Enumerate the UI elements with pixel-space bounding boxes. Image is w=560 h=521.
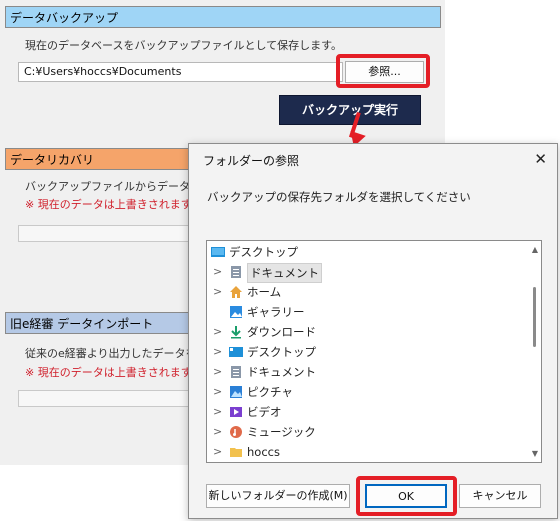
- import-path-field[interactable]: [18, 390, 203, 407]
- pictures-icon: [230, 386, 242, 398]
- scroll-thumb[interactable]: [533, 287, 536, 347]
- dialog-message: バックアップの保存先フォルダを選択してください: [207, 190, 471, 204]
- chevron-right-icon[interactable]: >: [213, 323, 223, 341]
- import-warning: ※ 現在のデータは上書きされます。: [25, 366, 202, 379]
- folder-tree[interactable]: デスクトップ > ドキュメント > ホーム ギャラリー > ダウンロード > デ…: [206, 240, 542, 463]
- chevron-right-icon[interactable]: >: [213, 443, 223, 461]
- tree-item-label: ミュージック: [247, 425, 316, 439]
- ok-highlight: [356, 476, 457, 516]
- tree-item-label: ピクチャ: [247, 385, 293, 399]
- browse-highlight: [336, 54, 430, 88]
- chevron-right-icon[interactable]: >: [213, 403, 223, 421]
- scroll-up-icon[interactable]: ▲: [532, 245, 538, 254]
- document-icon: [231, 366, 241, 378]
- document-icon: [231, 266, 241, 278]
- new-folder-button[interactable]: 新しいフォルダーの作成(M): [206, 484, 350, 508]
- tree-item-label: ギャラリー: [247, 305, 305, 319]
- folder-browse-dialog: フォルダーの参照 ✕ バックアップの保存先フォルダを選択してください デスクトッ…: [188, 143, 558, 519]
- gallery-icon: [230, 306, 242, 318]
- dialog-title: フォルダーの参照: [203, 154, 300, 168]
- home-icon: [230, 286, 242, 298]
- chevron-right-icon[interactable]: >: [213, 283, 223, 301]
- tree-item-label: ダウンロード: [247, 325, 316, 339]
- tree-scrollbar[interactable]: [528, 242, 540, 461]
- music-icon: [230, 426, 242, 438]
- tree-item-label: ドキュメント: [247, 263, 322, 283]
- tree-item-label: デスクトップ: [247, 345, 316, 359]
- tree-item-label: hoccs: [247, 445, 280, 459]
- cancel-button[interactable]: キャンセル: [459, 484, 541, 508]
- desktop-icon: [211, 247, 225, 257]
- close-icon[interactable]: ✕: [534, 150, 547, 168]
- desktop-icon: [229, 347, 243, 357]
- download-icon: [231, 326, 241, 339]
- scroll-down-icon[interactable]: ▼: [532, 449, 538, 458]
- backup-path-field[interactable]: C:¥Users¥hoccs¥Documents: [18, 62, 343, 82]
- chevron-right-icon[interactable]: >: [213, 383, 223, 401]
- import-description: 従来のe経審より出力したデータを: [25, 347, 197, 360]
- chevron-right-icon[interactable]: >: [213, 263, 223, 281]
- backup-description: 現在のデータベースをバックアップファイルとして保存します。: [25, 39, 343, 52]
- backup-panel-title: データバックアップ: [5, 6, 441, 28]
- tree-item-label: ホーム: [247, 285, 282, 299]
- recovery-path-field[interactable]: [18, 225, 203, 242]
- chevron-right-icon[interactable]: >: [213, 363, 223, 381]
- recovery-warning: ※ 現在のデータは上書きされます。: [25, 198, 202, 211]
- chevron-right-icon[interactable]: >: [213, 423, 223, 441]
- chevron-right-icon[interactable]: >: [213, 343, 223, 361]
- backup-execute-button[interactable]: バックアップ実行: [279, 95, 421, 125]
- video-icon: [230, 407, 242, 417]
- tree-item-label: ドキュメント: [247, 365, 316, 379]
- folder-icon: [230, 448, 242, 457]
- tree-item-label: ビデオ: [247, 405, 282, 419]
- tree-root-label: デスクトップ: [229, 245, 298, 259]
